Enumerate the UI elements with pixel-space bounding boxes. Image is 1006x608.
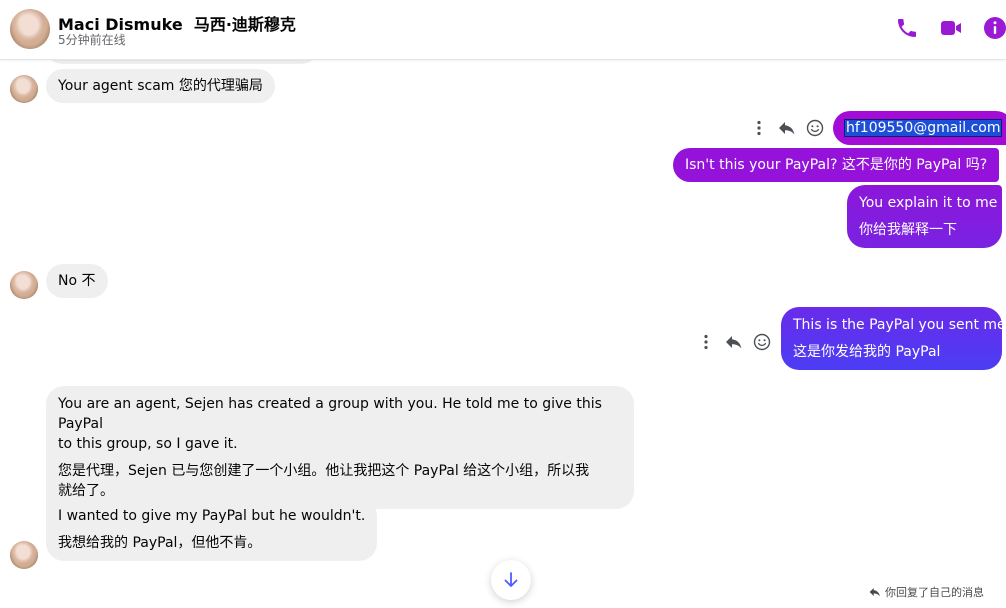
message-text: Isn't this your PayPal? 这不是你的 PayPal 吗?	[685, 157, 988, 173]
message-text-english: You explain it to me	[859, 195, 998, 211]
presence-status: 5分钟前在线	[58, 33, 126, 47]
reply-icon[interactable]	[778, 119, 796, 137]
message-bubble-outgoing[interactable]: Isn't this your PayPal? 这不是你的 PayPal 吗?	[673, 148, 1000, 182]
info-icon[interactable]	[983, 16, 1006, 40]
react-emoji-icon[interactable]	[753, 333, 771, 351]
message-bubble-incoming[interactable]: I wanted to give my PayPal but he wouldn…	[46, 498, 378, 561]
message-bubble-outgoing[interactable]: hf109550@gmail.com	[833, 111, 1006, 145]
selected-email-text[interactable]: hf109550@gmail.com	[843, 119, 1003, 137]
arrow-down-icon	[504, 572, 518, 587]
sender-avatar	[10, 75, 38, 103]
message-actions	[697, 331, 771, 353]
reply-icon	[869, 588, 880, 597]
message-text-chinese: 您是代理，Sejen 已与您创建了一个小组。他让我把这个 PayPal 给这个小…	[58, 463, 590, 479]
reply-indicator: 你回复了自己的消息	[869, 584, 984, 600]
message-text-chinese: 你给我解释一下	[859, 222, 957, 238]
message-list: Your agent scam 您的代理骗局 hf109550@gmail.co…	[0, 48, 1006, 608]
react-emoji-icon[interactable]	[806, 119, 824, 137]
reply-indicator-text: 你回复了自己的消息	[885, 586, 984, 599]
conversation-header: Maci Dismuke 马西·迪斯穆克 5分钟前在线	[0, 0, 1006, 60]
message-bubble-outgoing[interactable]: This is the PayPal you sent me 这是你发给我的 P…	[781, 307, 1006, 370]
video-camera-icon[interactable]	[939, 16, 963, 40]
message-bubble-incoming[interactable]: Your agent scam 您的代理骗局	[46, 69, 275, 103]
contact-name-chinese: 马西·迪斯穆克	[193, 15, 296, 34]
sender-avatar	[10, 541, 38, 569]
reply-icon[interactable]	[725, 333, 743, 351]
more-options-icon[interactable]	[697, 333, 715, 351]
scroll-to-bottom-button[interactable]	[491, 560, 531, 600]
more-options-icon[interactable]	[750, 119, 768, 137]
message-bubble-incoming[interactable]: No 不	[46, 264, 108, 298]
contact-avatar[interactable]	[10, 9, 50, 49]
message-text: Your agent scam 您的代理骗局	[58, 78, 263, 94]
message-text-chinese-block: 您是代理，Sejen 已与您创建了一个小组。他让我把这个 PayPal 给这个小…	[58, 461, 622, 501]
message-text-english-cont: to this group, so I gave it.	[58, 436, 238, 452]
message-text-english: I wanted to give my PayPal but he wouldn…	[58, 508, 366, 524]
message-text-chinese-cont: 就给了。	[58, 483, 114, 499]
message-text-english: This is the PayPal you sent me	[793, 317, 1006, 333]
sender-avatar	[10, 271, 38, 299]
message-text-chinese: 这是你发给我的 PayPal	[793, 344, 941, 360]
message-text: No 不	[58, 273, 96, 289]
message-actions	[750, 117, 824, 139]
message-text-chinese: 我想给我的 PayPal，但他不肯。	[58, 535, 262, 551]
message-bubble-outgoing[interactable]: You explain it to me 你给我解释一下	[847, 185, 1002, 248]
message-bubble-incoming[interactable]: You are an agent, Sejen has created a gr…	[46, 386, 634, 509]
phone-icon[interactable]	[895, 16, 919, 40]
message-text-english: You are an agent, Sejen has created a gr…	[58, 396, 602, 432]
